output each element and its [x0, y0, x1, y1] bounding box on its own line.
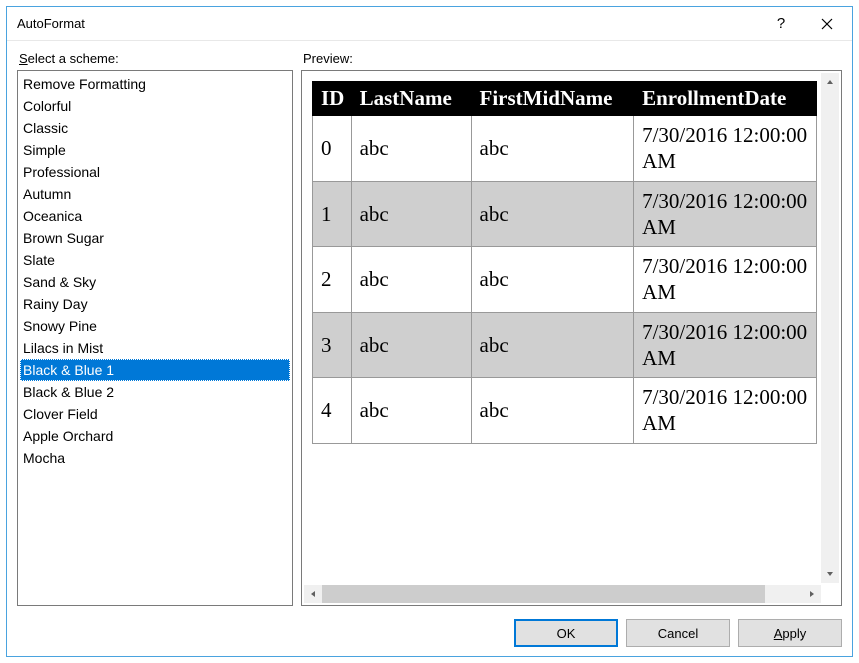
scheme-item[interactable]: Apple Orchard [20, 425, 290, 447]
header-firstmidname: FirstMidName [471, 82, 634, 116]
scheme-item[interactable]: Sand & Sky [20, 271, 290, 293]
scroll-right-arrow-icon[interactable] [803, 585, 821, 603]
horizontal-scroll-track[interactable] [322, 585, 803, 603]
table-cell: abc [351, 312, 471, 378]
table-row: 3abcabc7/30/2016 12:00:00 AM [313, 312, 817, 378]
close-icon [821, 18, 833, 30]
scheme-item[interactable]: Rainy Day [20, 293, 290, 315]
table-cell: 7/30/2016 12:00:00 AM [634, 181, 817, 247]
apply-button[interactable]: Apply [738, 619, 842, 647]
scheme-item[interactable]: Simple [20, 139, 290, 161]
table-cell: 2 [313, 247, 352, 313]
horizontal-scrollbar[interactable] [304, 585, 821, 603]
preview-label: Preview: [301, 51, 842, 66]
scheme-item[interactable]: Black & Blue 1 [20, 359, 290, 381]
preview-scroll-area: ID LastName FirstMidName EnrollmentDate … [302, 71, 841, 605]
autoformat-dialog: AutoFormat ? Select a scheme: Remove For… [6, 6, 853, 657]
table-cell: 0 [313, 116, 352, 182]
scheme-item[interactable]: Autumn [20, 183, 290, 205]
scroll-up-arrow-icon[interactable] [821, 73, 839, 91]
preview-table: ID LastName FirstMidName EnrollmentDate … [312, 81, 817, 444]
header-enrollmentdate: EnrollmentDate [634, 82, 817, 116]
scheme-item[interactable]: Clover Field [20, 403, 290, 425]
horizontal-scroll-thumb[interactable] [322, 585, 765, 603]
scroll-down-arrow-icon[interactable] [821, 565, 839, 583]
scroll-left-arrow-icon[interactable] [304, 585, 322, 603]
scheme-column: Select a scheme: Remove FormattingColorf… [17, 51, 293, 606]
header-lastname: LastName [351, 82, 471, 116]
vertical-scrollbar[interactable] [821, 73, 839, 583]
cancel-button[interactable]: Cancel [626, 619, 730, 647]
header-id: ID [313, 82, 352, 116]
table-cell: abc [351, 247, 471, 313]
dialog-title: AutoFormat [17, 16, 758, 31]
table-cell: abc [351, 116, 471, 182]
scheme-item[interactable]: Colorful [20, 95, 290, 117]
close-button[interactable] [804, 9, 850, 39]
dialog-content: Select a scheme: Remove FormattingColorf… [7, 41, 852, 610]
table-cell: abc [351, 378, 471, 444]
scheme-item[interactable]: Lilacs in Mist [20, 337, 290, 359]
scheme-item[interactable]: Classic [20, 117, 290, 139]
table-cell: 1 [313, 181, 352, 247]
scheme-item[interactable]: Black & Blue 2 [20, 381, 290, 403]
help-button[interactable]: ? [758, 9, 804, 39]
table-cell: 7/30/2016 12:00:00 AM [634, 247, 817, 313]
table-cell: abc [471, 181, 634, 247]
scheme-item[interactable]: Oceanica [20, 205, 290, 227]
ok-button[interactable]: OK [514, 619, 618, 647]
scheme-item[interactable]: Professional [20, 161, 290, 183]
table-cell: abc [471, 247, 634, 313]
table-cell: abc [471, 378, 634, 444]
preview-panel: ID LastName FirstMidName EnrollmentDate … [301, 70, 842, 606]
table-cell: abc [471, 312, 634, 378]
preview-column: Preview: ID LastName FirstMidName Enroll [301, 51, 842, 606]
table-row: 0abcabc7/30/2016 12:00:00 AM [313, 116, 817, 182]
select-scheme-label: Select a scheme: [17, 51, 293, 66]
scheme-item[interactable]: Slate [20, 249, 290, 271]
scheme-listbox[interactable]: Remove FormattingColorfulClassicSimplePr… [17, 70, 293, 606]
table-cell: 4 [313, 378, 352, 444]
dialog-footer: OK Cancel Apply [7, 610, 852, 656]
table-cell: 7/30/2016 12:00:00 AM [634, 378, 817, 444]
table-cell: 7/30/2016 12:00:00 AM [634, 116, 817, 182]
table-header-row: ID LastName FirstMidName EnrollmentDate [313, 82, 817, 116]
table-row: 2abcabc7/30/2016 12:00:00 AM [313, 247, 817, 313]
table-cell: 3 [313, 312, 352, 378]
table-cell: abc [471, 116, 634, 182]
table-cell: abc [351, 181, 471, 247]
table-cell: 7/30/2016 12:00:00 AM [634, 312, 817, 378]
titlebar: AutoFormat ? [7, 7, 852, 41]
scheme-item[interactable]: Remove Formatting [20, 73, 290, 95]
scheme-item[interactable]: Brown Sugar [20, 227, 290, 249]
scheme-item[interactable]: Mocha [20, 447, 290, 469]
table-row: 4abcabc7/30/2016 12:00:00 AM [313, 378, 817, 444]
scheme-item[interactable]: Snowy Pine [20, 315, 290, 337]
table-row: 1abcabc7/30/2016 12:00:00 AM [313, 181, 817, 247]
